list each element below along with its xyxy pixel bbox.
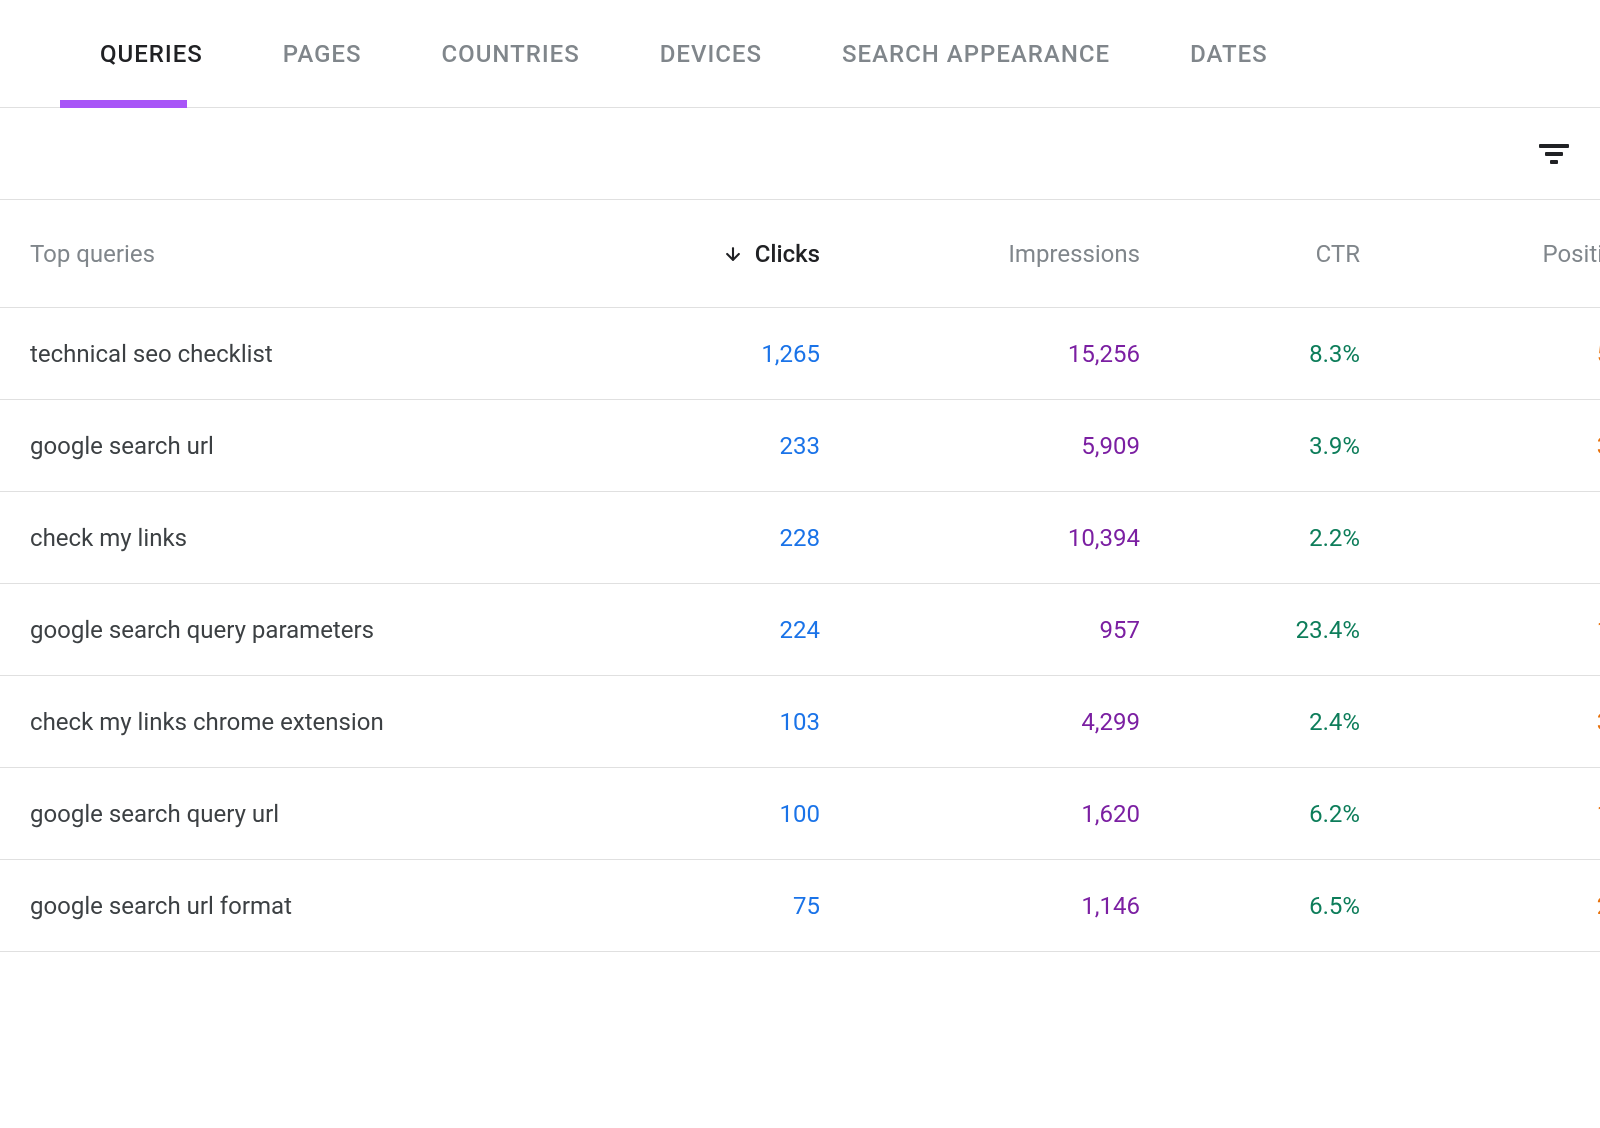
cell-position: 1.4 [1360,616,1600,644]
cell-ctr: 8.3% [1140,340,1360,368]
filter-icon[interactable] [1538,138,1570,170]
tab-label: SEARCH APPEARANCE [842,40,1110,68]
cell-ctr: 6.2% [1140,800,1360,828]
column-header-impressions[interactable]: Impressions [820,240,1140,268]
cell-clicks: 100 [550,800,820,828]
cell-query: google search query parameters [30,616,550,644]
cell-query: google search url [30,432,550,460]
tab-label: DEVICES [660,40,762,68]
table-row[interactable]: check my links 228 10,394 2.2% 5 [0,492,1600,584]
tab-devices[interactable]: DEVICES [620,0,802,108]
arrow-down-icon [723,244,743,264]
cell-position: 3.4 [1360,432,1600,460]
cell-ctr: 6.5% [1140,892,1360,920]
tab-label: DATES [1190,40,1268,68]
filter-bar [0,108,1600,200]
table-row[interactable]: google search query url 100 1,620 6.2% 1… [0,768,1600,860]
cell-clicks: 224 [550,616,820,644]
cell-ctr: 2.4% [1140,708,1360,736]
table-row[interactable]: check my links chrome extension 103 4,29… [0,676,1600,768]
column-header-queries[interactable]: Top queries [30,240,550,268]
tab-dates[interactable]: DATES [1150,0,1308,108]
cell-query: technical seo checklist [30,340,550,368]
cell-clicks: 103 [550,708,820,736]
cell-impressions: 10,394 [820,524,1140,552]
cell-clicks: 228 [550,524,820,552]
cell-query: check my links [30,524,550,552]
column-header-position[interactable]: Position [1360,240,1600,268]
cell-ctr: 23.4% [1140,616,1360,644]
cell-position: 3.6 [1360,708,1600,736]
tab-label: PAGES [283,40,362,68]
cell-impressions: 4,299 [820,708,1140,736]
cell-position: 2.1 [1360,892,1600,920]
table-header-row: Top queries Clicks Impressions CTR Posit… [0,200,1600,308]
cell-impressions: 15,256 [820,340,1140,368]
tab-countries[interactable]: COUNTRIES [402,0,620,108]
table-row[interactable]: technical seo checklist 1,265 15,256 8.3… [0,308,1600,400]
cell-position: 1.3 [1360,800,1600,828]
cell-ctr: 2.2% [1140,524,1360,552]
cell-clicks: 233 [550,432,820,460]
tab-search-appearance[interactable]: SEARCH APPEARANCE [802,0,1150,108]
cell-ctr: 3.9% [1140,432,1360,460]
column-header-clicks[interactable]: Clicks [550,240,820,268]
column-header-clicks-label: Clicks [755,240,820,268]
tab-label: COUNTRIES [442,40,580,68]
cell-impressions: 1,620 [820,800,1140,828]
cell-impressions: 5,909 [820,432,1140,460]
cell-clicks: 1,265 [550,340,820,368]
cell-impressions: 1,146 [820,892,1140,920]
table-row[interactable]: google search url format 75 1,146 6.5% 2… [0,860,1600,952]
table-row[interactable]: google search url 233 5,909 3.9% 3.4 [0,400,1600,492]
tab-label: QUERIES [100,40,203,68]
table-row[interactable]: google search query parameters 224 957 2… [0,584,1600,676]
cell-query: google search url format [30,892,550,920]
tab-pages[interactable]: PAGES [243,0,402,108]
cell-clicks: 75 [550,892,820,920]
tabs-bar: QUERIES PAGES COUNTRIES DEVICES SEARCH A… [0,0,1600,108]
cell-query: google search query url [30,800,550,828]
cell-impressions: 957 [820,616,1140,644]
column-header-ctr[interactable]: CTR [1140,240,1360,268]
cell-query: check my links chrome extension [30,708,550,736]
tab-queries[interactable]: QUERIES [60,0,243,108]
cell-position: 5 [1360,524,1600,552]
data-table: Top queries Clicks Impressions CTR Posit… [0,200,1600,952]
cell-position: 5.4 [1360,340,1600,368]
